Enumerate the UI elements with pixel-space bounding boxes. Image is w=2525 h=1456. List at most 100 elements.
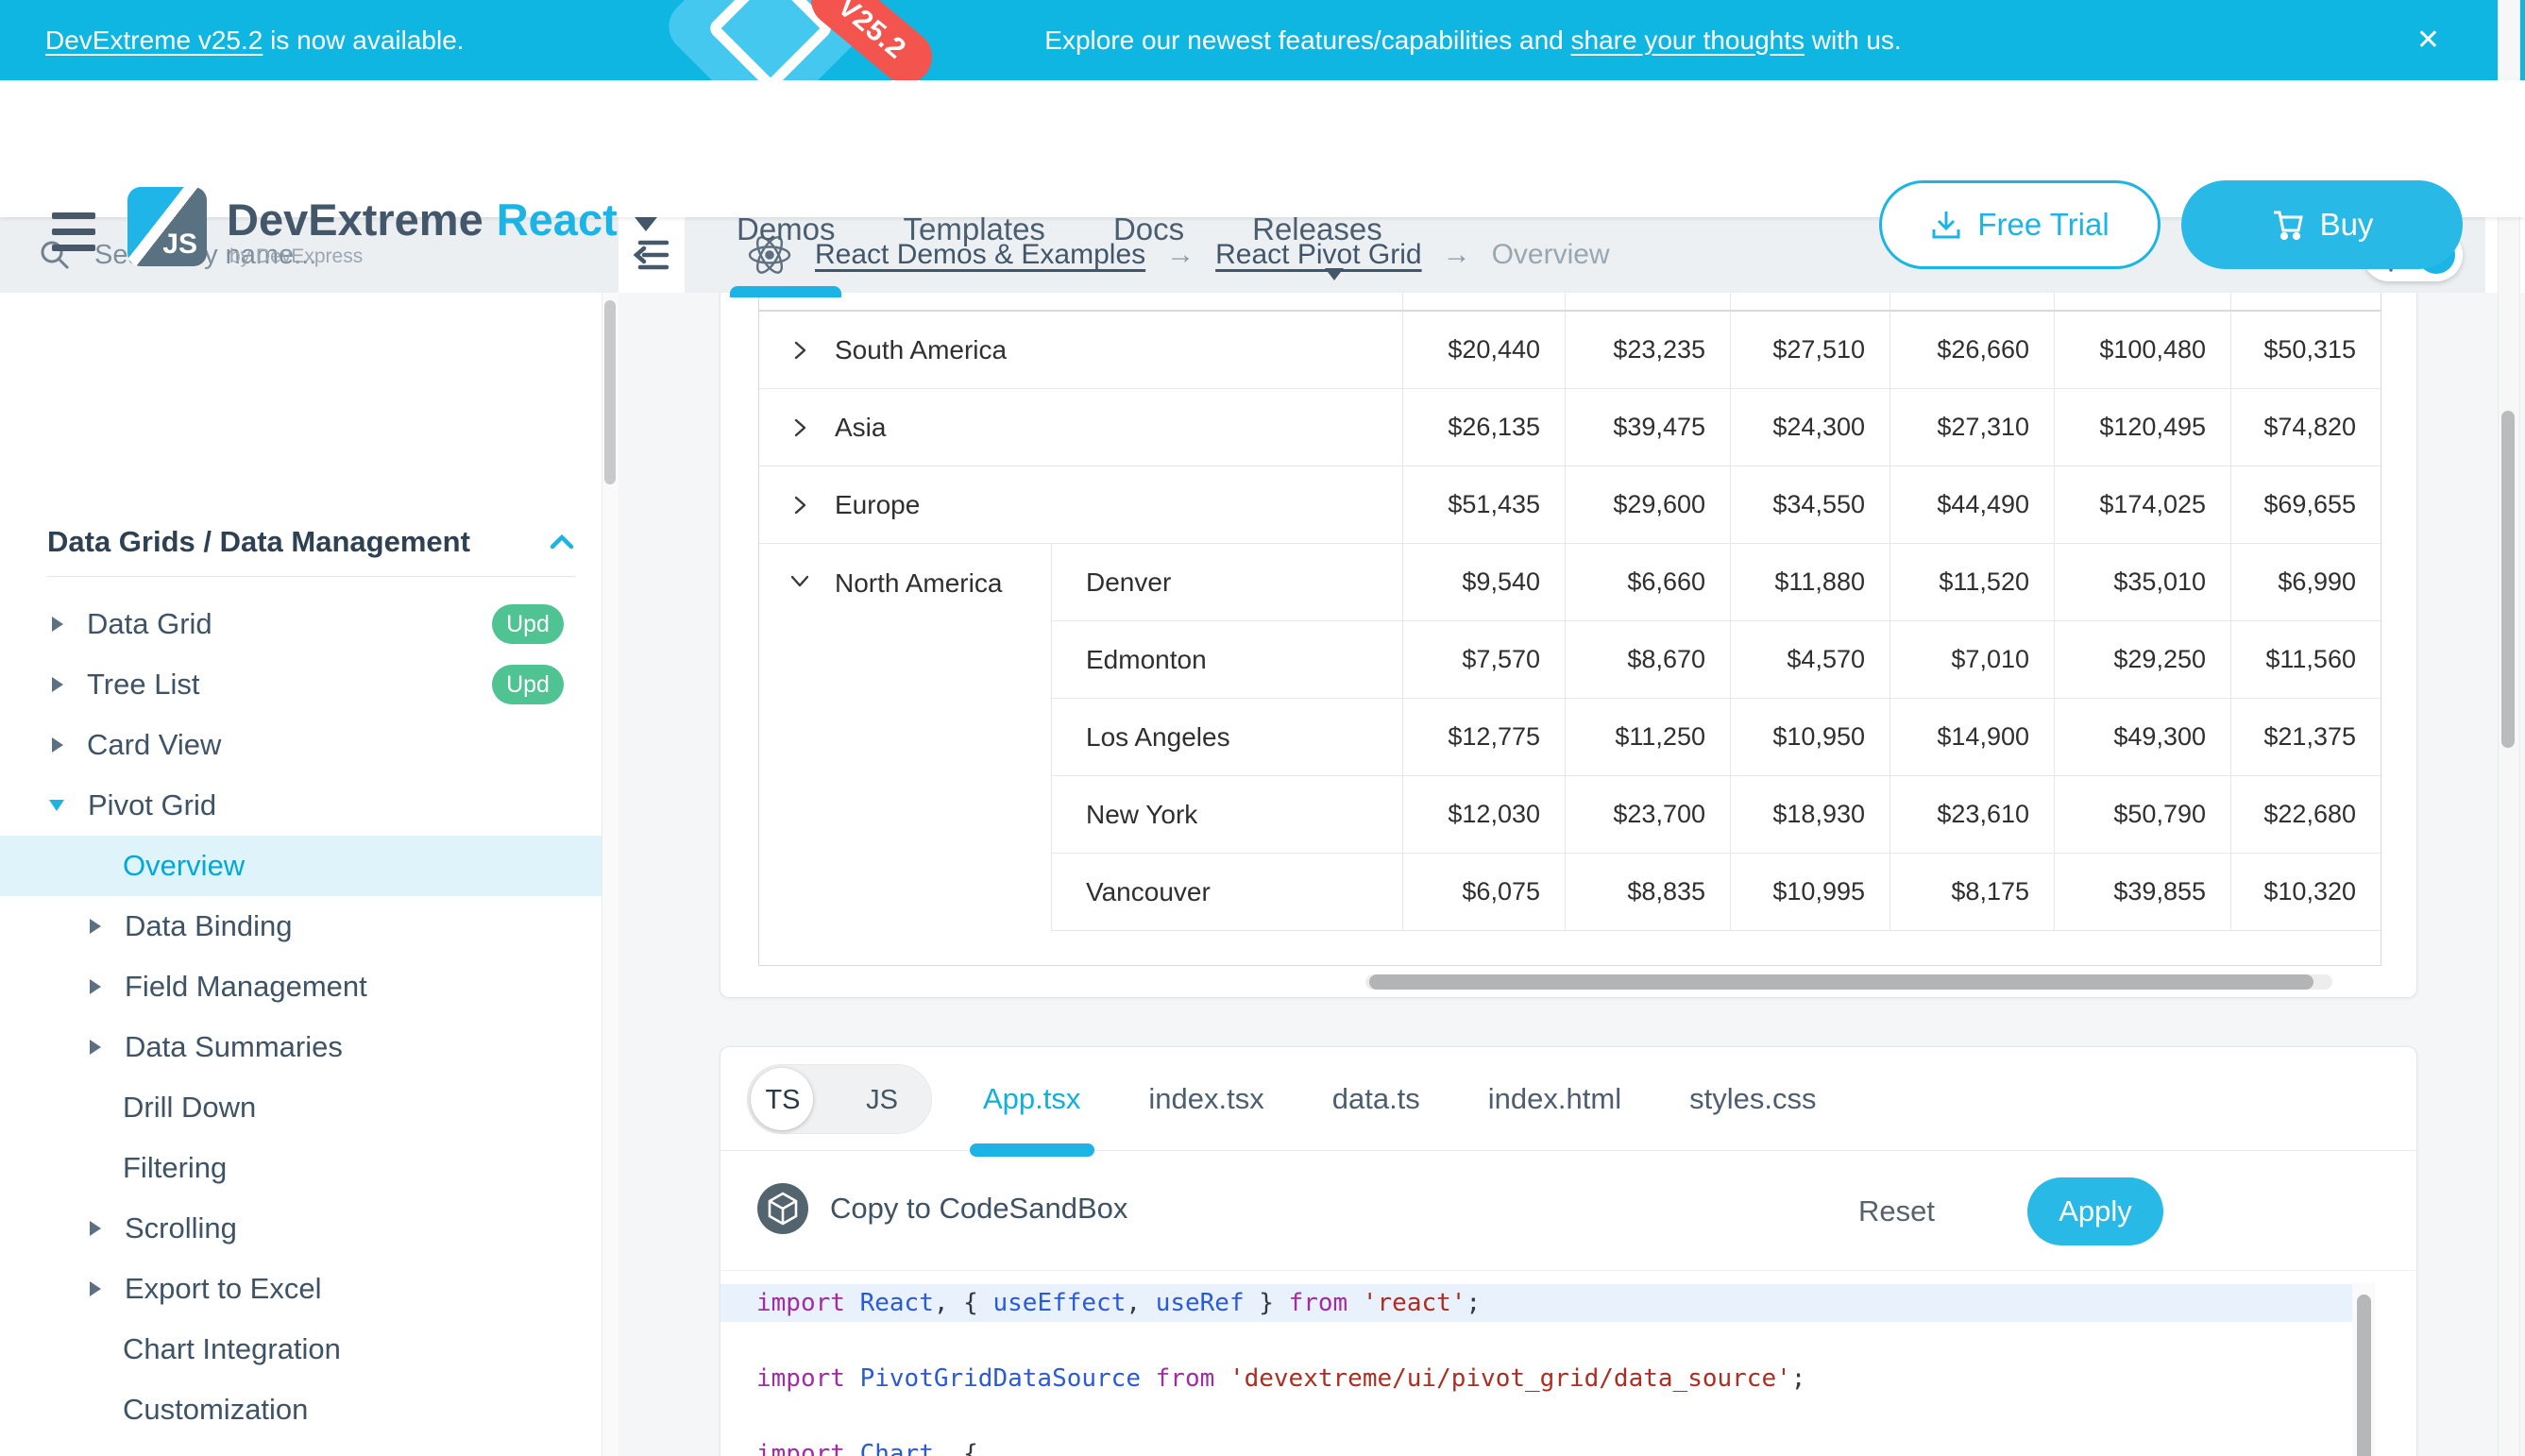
- breadcrumb-separator: →: [1443, 239, 1471, 271]
- file-tab-index-html[interactable]: index.html: [1488, 1047, 1621, 1151]
- upd-badge: Upd: [492, 604, 564, 644]
- pivot-value-cell: $12,030: [1402, 776, 1565, 853]
- sidebar-section-data-grids[interactable]: Data Grids / Data Management: [0, 512, 602, 572]
- language-toggle[interactable]: TS JS: [747, 1064, 932, 1134]
- pivot-city-label-cell[interactable]: New York: [1052, 776, 1402, 853]
- pivot-group-label-cell[interactable]: North America: [759, 544, 1052, 931]
- pivot-row-new-york[interactable]: New York$12,030$23,700$18,930$23,610$50,…: [1052, 776, 2381, 854]
- chevron-down-icon: [635, 217, 657, 231]
- sidebar-item-export-to-excel[interactable]: Export to Excel: [0, 1259, 602, 1319]
- pivot-value-cell: $74,820: [2230, 389, 2381, 466]
- sidebar-item-scrolling[interactable]: Scrolling: [0, 1198, 602, 1259]
- upd-badge: Upd: [492, 665, 564, 704]
- pivot-row-denver[interactable]: Denver$9,540$6,660$11,880$11,520$35,010$…: [1052, 544, 2381, 621]
- pivot-row-label-cell[interactable]: South America: [759, 312, 1402, 388]
- pivot-row-europe[interactable]: Europe$51,435$29,600$34,550$44,490$174,0…: [759, 466, 2381, 544]
- banner-announcement: DevExtreme v25.2 is now available.: [45, 0, 465, 80]
- code-token: from: [1289, 1289, 1348, 1317]
- code-token: 'devextreme/ui/pivot_grid/data_source': [1229, 1364, 1791, 1393]
- nav-item-docs[interactable]: Docs: [1113, 161, 1184, 297]
- pivot-value-cell: $4,570: [1730, 621, 1890, 698]
- code-token: , {: [934, 1289, 993, 1317]
- sidebar-item-data-grid[interactable]: Data GridUpd: [0, 594, 602, 654]
- collapse-chevron-icon[interactable]: [788, 568, 812, 593]
- pivot-value-cell: $50,790: [2054, 776, 2230, 853]
- code-token: ,: [1126, 1289, 1155, 1317]
- sidebar-item-field-management[interactable]: Field Management: [0, 957, 602, 1017]
- sidebar-item-data-binding[interactable]: Data Binding: [0, 896, 602, 957]
- expand-arrow-icon: [52, 617, 63, 632]
- breadcrumb-current: Overview: [1492, 239, 1610, 271]
- file-tab-data-ts[interactable]: data.ts: [1332, 1047, 1420, 1151]
- sidebar-item-drill-down[interactable]: Drill Down: [0, 1077, 602, 1138]
- pivot-row-south-america[interactable]: South America$20,440$23,235$27,510$26,66…: [759, 312, 2381, 389]
- pivot-value-cell: $29,250: [2054, 621, 2230, 698]
- expand-arrow-icon: [52, 737, 63, 753]
- free-trial-button[interactable]: Free Trial: [1879, 180, 2161, 269]
- sidebar-item-customization[interactable]: Customization: [0, 1380, 602, 1440]
- pivot-value-cell: $44,490: [1890, 466, 2054, 543]
- sidebar-item-tree-list[interactable]: Tree ListUpd: [0, 654, 602, 715]
- language-option-js[interactable]: JS: [833, 1065, 931, 1135]
- code-scrollbar-thumb[interactable]: [2357, 1295, 2371, 1456]
- pivot-row-label-cell[interactable]: Europe: [759, 466, 1402, 543]
- code-token: 'react': [1363, 1289, 1466, 1317]
- hamburger-menu-icon[interactable]: [52, 212, 95, 260]
- pivot-city-label-cell[interactable]: Los Angeles: [1052, 699, 1402, 775]
- sidebar-item-state-persistence[interactable]: State Persistence: [0, 1440, 602, 1456]
- sidebar-item-pivot-grid[interactable]: Pivot Grid: [0, 775, 602, 836]
- pivot-value-cell: $11,250: [1565, 699, 1730, 775]
- devextreme-js-logo[interactable]: JS: [127, 187, 207, 266]
- nav-item-releases[interactable]: Releases: [1252, 161, 1382, 297]
- expand-chevron-icon[interactable]: [788, 415, 812, 440]
- pivot-value-cell: $120,495: [2054, 389, 2230, 466]
- file-tab-label: data.ts: [1332, 1082, 1420, 1116]
- pivot-row-vancouver[interactable]: Vancouver$6,075$8,835$10,995$8,175$39,85…: [1052, 854, 2381, 931]
- page-scrollbar-thumb[interactable]: [2501, 411, 2515, 748]
- file-tab-styles-css[interactable]: styles.css: [1689, 1047, 1816, 1151]
- pivot-city-label-cell[interactable]: Denver: [1052, 544, 1402, 620]
- expand-arrow-icon: [90, 1040, 101, 1055]
- language-option-ts[interactable]: TS: [748, 1065, 818, 1135]
- pivot-row-edmonton[interactable]: Edmonton$7,570$8,670$4,570$7,010$29,250$…: [1052, 621, 2381, 699]
- code-action-row: Copy to CodeSandBox Reset Apply: [720, 1151, 2416, 1271]
- share-thoughts-link[interactable]: share your thoughts: [1571, 25, 1805, 55]
- sidebar-item-chart-integration[interactable]: Chart Integration: [0, 1319, 602, 1380]
- pivot-city-label-cell[interactable]: Vancouver: [1052, 854, 1402, 930]
- expand-chevron-icon[interactable]: [788, 338, 812, 363]
- pivot-hscrollbar-thumb[interactable]: [1369, 974, 2313, 990]
- file-tab-index-tsx[interactable]: index.tsx: [1148, 1047, 1263, 1151]
- expand-chevron-icon[interactable]: [788, 493, 812, 517]
- sidebar-item-overview[interactable]: Overview: [0, 836, 602, 896]
- nav-dropdown-icon: [1325, 268, 1344, 280]
- nav-item-templates[interactable]: Templates: [904, 161, 1045, 297]
- code-line: import Chart, {: [720, 1435, 2356, 1456]
- copy-to-codesandbox-button[interactable]: Copy to CodeSandBox: [756, 1182, 1127, 1235]
- file-tab-label: index.html: [1488, 1082, 1621, 1116]
- banner-close-icon[interactable]: ✕: [2416, 0, 2440, 80]
- nav-item-demos[interactable]: Demos: [737, 161, 836, 297]
- apply-button[interactable]: Apply: [2027, 1177, 2163, 1245]
- pivot-value-cell: $20,440: [1402, 312, 1565, 388]
- sidebar-item-data-summaries[interactable]: Data Summaries: [0, 1017, 602, 1077]
- reset-button[interactable]: Reset: [1858, 1151, 1935, 1271]
- pivot-city-label-cell[interactable]: Edmonton: [1052, 621, 1402, 698]
- sidebar-item-card-view[interactable]: Card View: [0, 715, 602, 775]
- pivot-value-cell: $10,995: [1730, 854, 1890, 930]
- pivot-hscrollbar-track[interactable]: [1365, 974, 2332, 990]
- pivot-value-cell: [1730, 293, 1890, 310]
- pivot-value-cell: $21,375: [2230, 699, 2381, 775]
- banner-version-link[interactable]: DevExtreme v25.2: [45, 25, 263, 55]
- cart-icon: [2271, 208, 2305, 242]
- pivot-row-label-cell[interactable]: Asia: [759, 389, 1402, 466]
- pivot-row-asia[interactable]: Asia$26,135$39,475$24,300$27,310$120,495…: [759, 389, 2381, 466]
- brand-title[interactable]: DevExtreme React: [227, 194, 657, 245]
- pivot-value-cell: $174,025: [2054, 466, 2230, 543]
- file-tab-App-tsx[interactable]: App.tsx: [983, 1047, 1080, 1151]
- sidebar-item-label: Field Management: [125, 970, 367, 1004]
- sidebar-scrollbar-thumb[interactable]: [604, 300, 616, 484]
- code-line: import PivotGridDataSource from 'devextr…: [720, 1360, 2356, 1397]
- buy-button[interactable]: Buy: [2181, 180, 2463, 269]
- sidebar-item-filtering[interactable]: Filtering: [0, 1138, 602, 1198]
- pivot-row-los-angeles[interactable]: Los Angeles$12,775$11,250$10,950$14,900$…: [1052, 699, 2381, 776]
